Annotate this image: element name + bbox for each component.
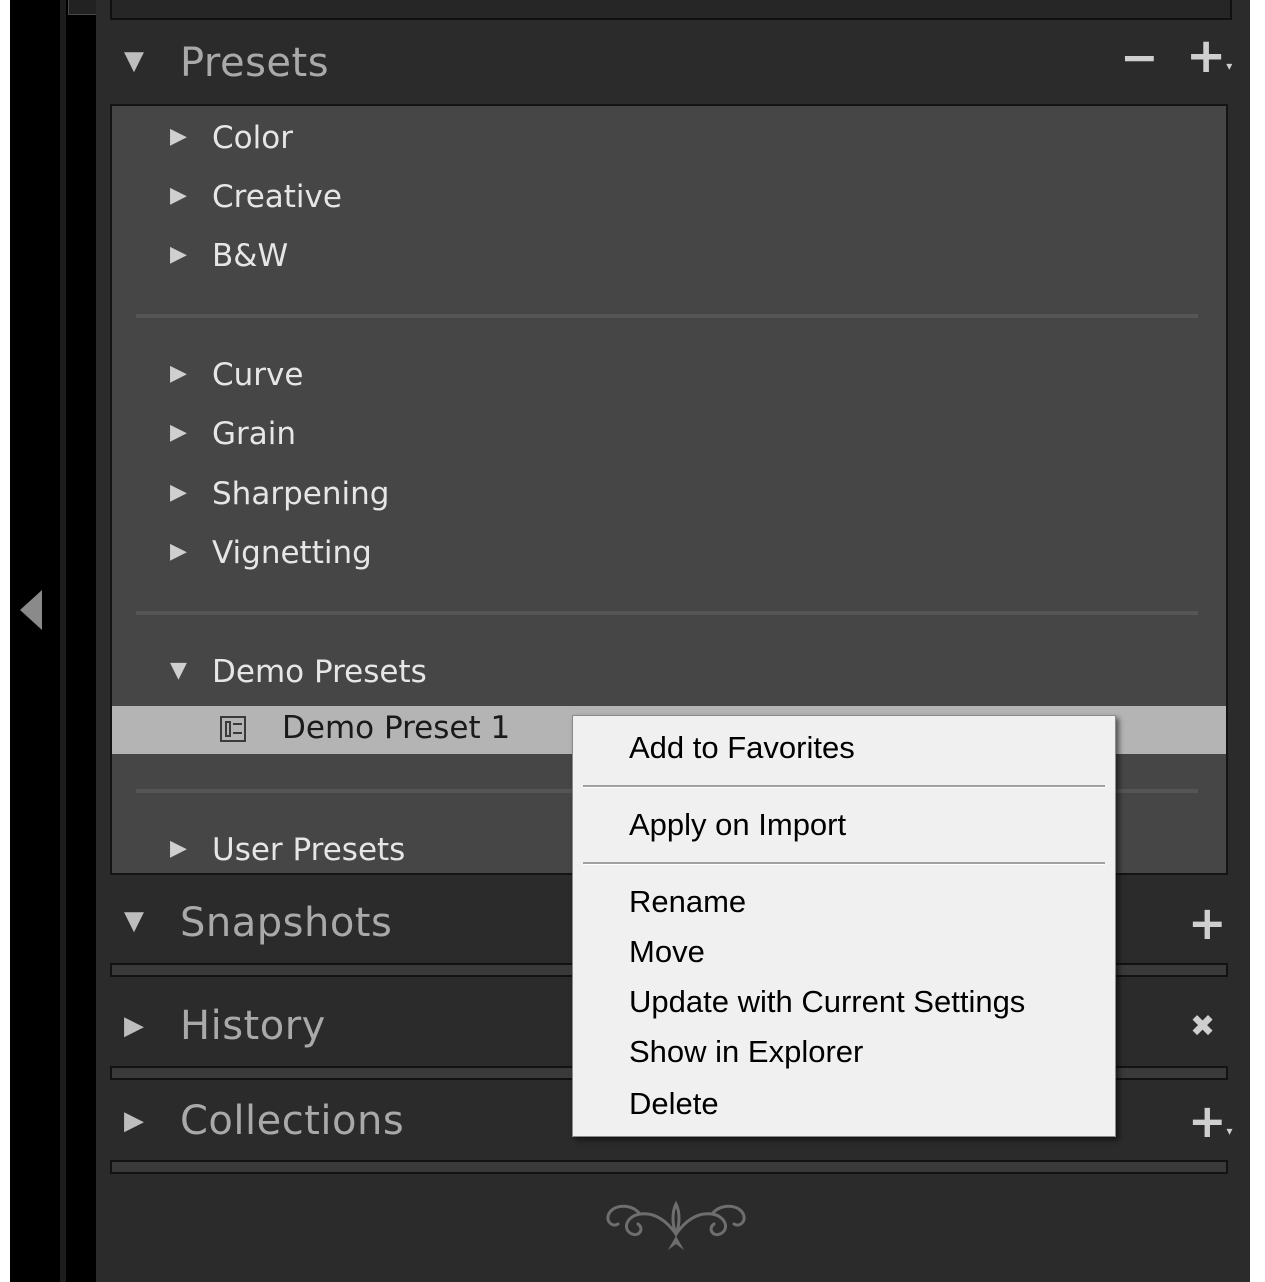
plus-icon: + (1186, 28, 1227, 84)
preset-file-icon (220, 716, 246, 742)
presets-title: Presets (180, 40, 330, 86)
menu-item-rename[interactable]: Rename (629, 884, 746, 920)
triangle-right-icon: ▶ (124, 1106, 144, 1136)
add-preset-button[interactable]: +▾ (1186, 28, 1232, 84)
collections-body-frame (110, 1160, 1228, 1174)
preset-context-menu: Add to Favorites Apply on Import Rename … (572, 715, 1116, 1137)
preset-folder-sharpening[interactable]: ▶ Sharpening (112, 468, 1226, 524)
preset-folder-label: Demo Presets (212, 654, 427, 690)
triangle-right-icon: ▶ (170, 539, 187, 564)
preset-folder-label: B&W (212, 238, 289, 274)
preset-folder-label: Curve (212, 357, 304, 393)
preset-folder-label: Creative (212, 179, 342, 215)
group-separator (136, 314, 1198, 318)
preset-folder-curve[interactable]: ▶ Curve (112, 349, 1226, 405)
triangle-right-icon: ▶ (170, 836, 187, 861)
triangle-down-icon: ▼ (124, 46, 144, 76)
clear-history-button[interactable]: ✖ (1190, 1009, 1215, 1044)
menu-item-update-with-current-settings[interactable]: Update with Current Settings (629, 984, 1025, 1020)
preset-folder-label: Sharpening (212, 476, 390, 512)
menu-item-delete[interactable]: Delete (629, 1086, 719, 1122)
preset-folder-label: Vignetting (212, 535, 372, 571)
triangle-down-icon: ▼ (170, 658, 187, 683)
menu-item-move[interactable]: Move (629, 934, 705, 970)
triangle-right-icon: ▶ (170, 420, 187, 445)
add-collection-button[interactable]: +▾ (1188, 1094, 1233, 1148)
collections-title: Collections (180, 1098, 405, 1144)
menu-separator (583, 785, 1105, 788)
preset-folder-creative[interactable]: ▶ Creative (112, 171, 1226, 227)
preset-folder-vignetting[interactable]: ▶ Vignetting (112, 527, 1226, 583)
preset-folder-color[interactable]: ▶ Color (112, 112, 1226, 168)
triangle-right-icon: ▶ (170, 242, 187, 267)
dropdown-arrow-icon: ▾ (1226, 59, 1233, 73)
presets-header[interactable]: ▼ Presets − +▾ (96, 28, 1250, 100)
preset-folder-grain[interactable]: ▶ Grain (112, 408, 1226, 464)
snapshots-title: Snapshots (180, 900, 393, 946)
preset-folder-label: Grain (212, 416, 297, 452)
plus-icon: + (1188, 896, 1227, 950)
triangle-down-icon: ▼ (124, 906, 144, 936)
menu-item-apply-on-import[interactable]: Apply on Import (629, 807, 846, 843)
menu-item-show-in-explorer[interactable]: Show in Explorer (629, 1034, 863, 1070)
triangle-right-icon: ▶ (170, 361, 187, 386)
menu-separator (583, 862, 1105, 865)
triangle-right-icon: ▶ (170, 480, 187, 505)
remove-preset-button[interactable]: − (1120, 30, 1159, 84)
history-title: History (180, 1003, 326, 1049)
preset-folder-label: Color (212, 120, 293, 156)
panel-end-ornament-icon (606, 1200, 746, 1250)
triangle-right-icon: ▶ (170, 124, 187, 149)
add-snapshot-button[interactable]: + (1188, 896, 1227, 950)
plus-icon: + (1188, 1094, 1227, 1148)
panel-collapse-left-icon[interactable] (20, 590, 42, 630)
triangle-right-icon: ▶ (170, 183, 187, 208)
close-x-icon: ✖ (1190, 1009, 1216, 1044)
triangle-right-icon: ▶ (124, 1011, 144, 1041)
preset-folder-label: User Presets (212, 832, 406, 868)
preset-item-label: Demo Preset 1 (282, 710, 511, 746)
preset-folder-demo-presets[interactable]: ▼ Demo Presets (112, 646, 1226, 702)
navigator-bottom-frame (110, 0, 1232, 20)
menu-item-add-to-favorites[interactable]: Add to Favorites (629, 730, 855, 766)
group-separator (136, 611, 1198, 615)
dropdown-arrow-icon: ▾ (1226, 1124, 1233, 1138)
preset-folder-bw[interactable]: ▶ B&W (112, 230, 1226, 286)
develop-left-panel-area: ▼ Presets − +▾ ▶ Color ▶ Creative ▶ B&W (10, 0, 1250, 1282)
panel-divider (60, 0, 66, 1282)
